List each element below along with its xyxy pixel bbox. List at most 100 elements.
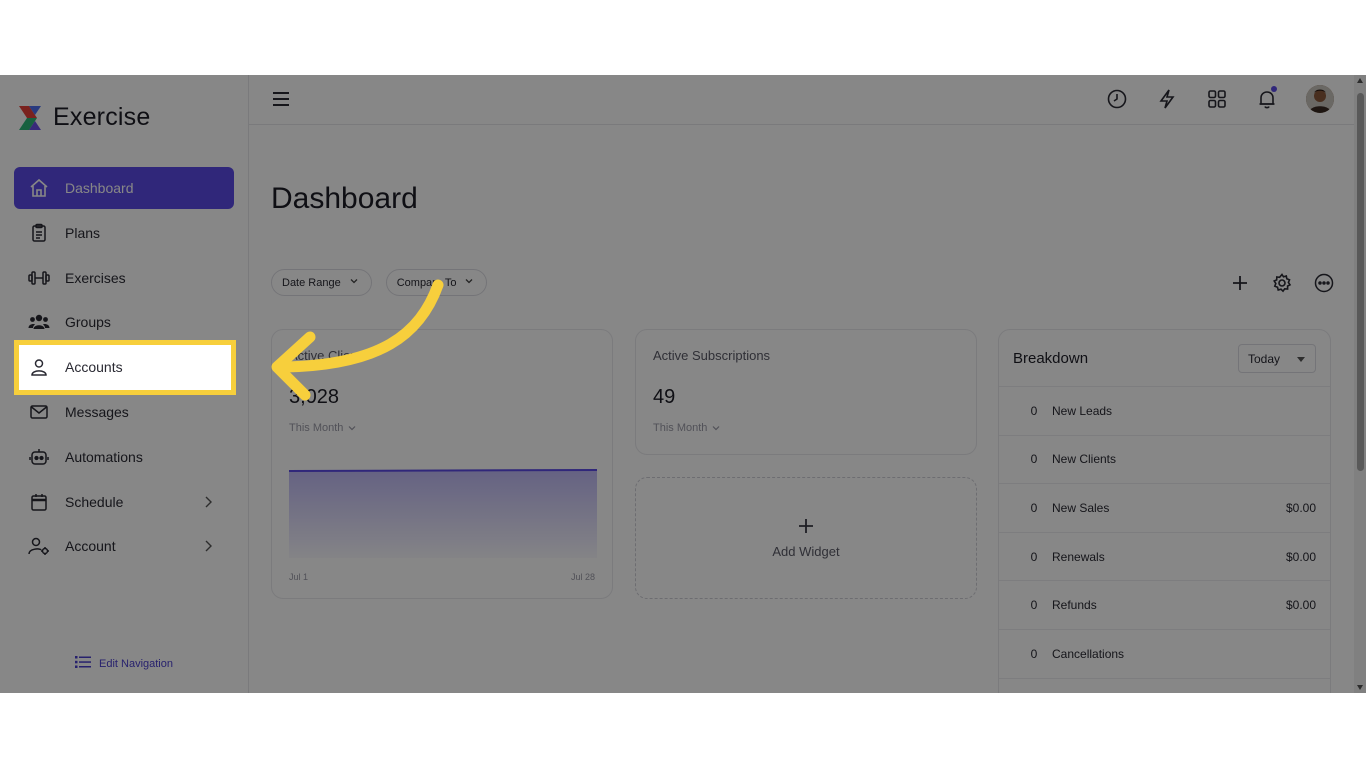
clients-area-chart — [289, 469, 597, 558]
breakdown-header: Breakdown Today — [999, 330, 1330, 387]
table-row: 0 Refunds $0.00 — [999, 581, 1330, 630]
sidebar-item-messages[interactable]: Messages — [14, 391, 234, 433]
row-name: Refunds — [1052, 598, 1097, 613]
card-label: Active Subscriptions — [653, 348, 771, 363]
chevron-down-icon — [464, 276, 474, 289]
caret-down-icon — [1297, 357, 1305, 362]
breakdown-period-value: Today — [1248, 351, 1281, 366]
calendar-icon — [28, 491, 50, 513]
vertical-scrollbar[interactable] — [1354, 75, 1366, 693]
sidebar-item-label: Dashboard — [65, 180, 134, 196]
row-count: 0 — [1030, 549, 1038, 564]
clock-icon[interactable] — [1106, 88, 1128, 110]
table-row: 0 New Clients — [999, 436, 1330, 485]
period-label: This Month — [289, 422, 344, 434]
notification-dot — [1271, 86, 1277, 92]
add-widget-button[interactable]: Add Widget — [635, 477, 977, 599]
plus-icon — [797, 517, 815, 538]
sidebar-item-label: Exercises — [65, 269, 126, 286]
card-label: Active Clients — [289, 348, 368, 363]
list-icon — [75, 655, 91, 672]
edit-navigation-link[interactable]: Edit Navigation — [75, 655, 173, 672]
x-axis-start: Jul 1 — [289, 572, 309, 582]
card-value: 49 — [653, 386, 676, 408]
sidebar-item-exercises[interactable]: Exercises — [14, 257, 234, 299]
chevron-down-icon — [348, 426, 356, 431]
main-content: Dashboard Date Range Compare To Active C… — [249, 125, 1354, 693]
user-gear-icon — [28, 535, 50, 557]
sidebar-item-automations[interactable]: Automations — [14, 436, 234, 478]
row-name: New Clients — [1052, 452, 1117, 467]
period-dropdown[interactable]: This Month — [653, 422, 721, 434]
chevron-right-icon — [200, 494, 216, 510]
row-amount: $0.00 — [1285, 549, 1316, 564]
more-icon[interactable] — [1314, 273, 1334, 293]
row-count: 0 — [1030, 598, 1038, 613]
grid-icon[interactable] — [1206, 88, 1228, 110]
scroll-down-icon[interactable] — [1357, 685, 1363, 690]
sidebar-item-label: Account — [65, 538, 116, 555]
sidebar-item-schedule[interactable]: Schedule — [14, 481, 234, 523]
sidebar-item-dashboard[interactable]: Dashboard — [14, 167, 234, 209]
table-row: 0 New Leads — [999, 387, 1330, 436]
breakdown-panel: Breakdown Today 0 New Leads 0 New Client… — [998, 329, 1331, 693]
gear-icon[interactable] — [1272, 273, 1292, 293]
page-title: Dashboard — [271, 182, 418, 215]
sidebar-item-label: Schedule — [65, 493, 124, 510]
filter-bar: Date Range Compare To — [271, 269, 488, 296]
sidebar-item-label: Plans — [65, 224, 101, 241]
row-amount: $0.00 — [1285, 598, 1316, 613]
robot-icon — [28, 446, 50, 468]
edit-navigation-label: Edit Navigation — [99, 657, 173, 670]
row-count: 0 — [1030, 500, 1038, 515]
sidebar-item-label: Groups — [65, 314, 111, 331]
breakdown-title: Breakdown — [1013, 349, 1089, 367]
sidebar-item-account[interactable]: Account — [14, 525, 234, 567]
date-range-dropdown[interactable]: Date Range — [271, 269, 372, 296]
top-bar-icons — [1106, 85, 1334, 113]
x-axis-end: Jul 28 — [570, 572, 595, 582]
scroll-up-icon[interactable] — [1357, 78, 1363, 83]
top-bar — [249, 75, 1354, 125]
chevron-down-icon — [712, 426, 720, 431]
row-amount: $0.00 — [1285, 500, 1316, 515]
sidebar-item-label: Automations — [65, 448, 143, 465]
logo-icon — [17, 104, 43, 132]
date-range-label: Date Range — [282, 276, 341, 289]
period-label: This Month — [653, 422, 708, 434]
menu-icon[interactable] — [272, 91, 290, 107]
row-count: 0 — [1030, 403, 1038, 418]
row-name: New Sales — [1052, 500, 1110, 515]
compare-to-label: Compare To — [396, 276, 457, 289]
avatar[interactable] — [1306, 85, 1334, 113]
sidebar-item-plans[interactable]: Plans — [14, 212, 234, 254]
app-logo[interactable]: Exercise — [17, 103, 150, 132]
home-icon — [28, 177, 50, 199]
active-subscriptions-card[interactable]: Active Subscriptions 49 This Month — [635, 329, 977, 455]
bolt-icon[interactable] — [1156, 88, 1178, 110]
app-name: Exercise — [53, 103, 151, 131]
sidebar-item-groups[interactable]: Groups — [14, 301, 234, 343]
table-row: 0 Cancellations — [999, 630, 1330, 679]
table-row: 0 Renewals $0.00 — [999, 533, 1330, 582]
add-widget-label: Add Widget — [772, 544, 840, 559]
highlight-frame — [14, 340, 236, 395]
chevron-down-icon — [349, 276, 359, 289]
table-row: 0 New Sales $0.00 — [999, 484, 1330, 533]
dashboard-actions — [1230, 273, 1334, 293]
row-count: 0 — [1030, 646, 1038, 661]
period-dropdown[interactable]: This Month — [289, 422, 357, 434]
row-count: 0 — [1030, 452, 1038, 467]
sidebar-item-label: Messages — [65, 403, 129, 420]
plus-icon[interactable] — [1230, 273, 1250, 293]
row-name: New Leads — [1052, 403, 1113, 418]
breakdown-period-select[interactable]: Today — [1238, 344, 1316, 373]
compare-to-dropdown[interactable]: Compare To — [385, 269, 488, 296]
bell-icon[interactable] — [1256, 86, 1278, 110]
mail-icon — [28, 401, 50, 423]
dumbbell-icon — [28, 267, 50, 289]
row-name: Renewals — [1052, 549, 1105, 564]
scrollbar-thumb[interactable] — [1357, 93, 1364, 471]
active-clients-card[interactable]: Active Clients 3,028 This Month Jul 1 Ju… — [271, 329, 613, 599]
row-name: Cancellations — [1052, 646, 1125, 661]
